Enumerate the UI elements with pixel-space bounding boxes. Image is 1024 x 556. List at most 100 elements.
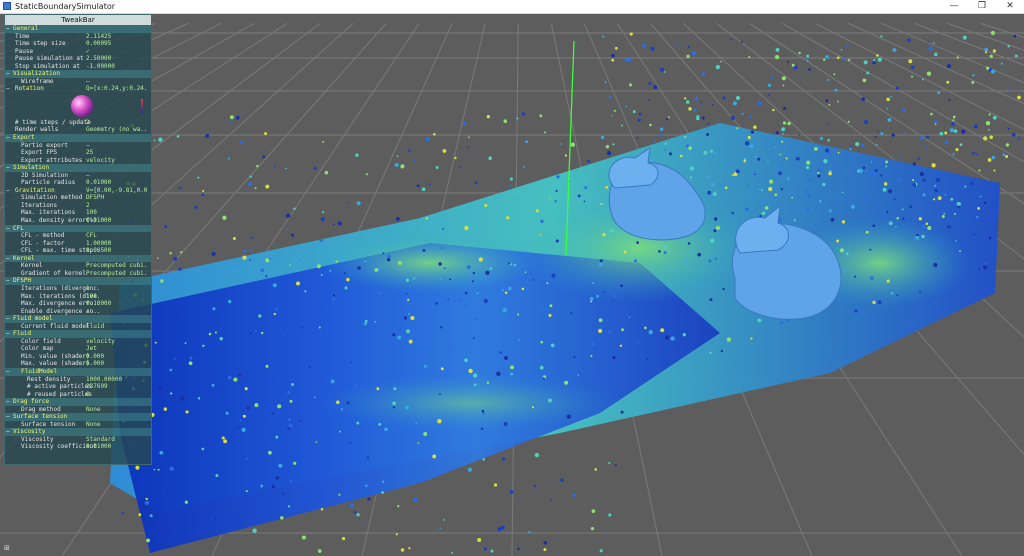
- param-value[interactable]: 1000.00000: [86, 376, 148, 384]
- param-row[interactable]: Simulation method DFSPH: [5, 194, 151, 202]
- param-value[interactable]: Precomputed cubi...: [86, 270, 148, 278]
- collapse-icon[interactable]: –: [6, 255, 10, 263]
- rotation-sphere-icon[interactable]: [71, 94, 93, 117]
- param-row[interactable]: # active particles 237699: [5, 383, 151, 391]
- param-row[interactable]: Pause simulation at 2.50000: [5, 55, 151, 63]
- param-value[interactable]: Jet: [86, 345, 148, 353]
- tweakbar-title[interactable]: TweakBar: [5, 15, 151, 25]
- param-value[interactable]: V={0.00,-9.81,0.0...: [86, 187, 148, 195]
- maximize-button[interactable]: ❐: [968, 0, 996, 13]
- param-value[interactable]: 100: [86, 293, 148, 301]
- param-value[interactable]: CFL: [86, 232, 148, 240]
- collapse-icon[interactable]: –: [6, 70, 10, 78]
- param-row[interactable]: Viscosity Standard: [5, 436, 151, 444]
- param-value[interactable]: 0.01000: [86, 217, 148, 225]
- param-row[interactable]: CFL - method CFL: [5, 232, 151, 240]
- param-row[interactable]: Kernel Precomputed cubi...: [5, 262, 151, 270]
- param-value[interactable]: 100: [86, 209, 148, 217]
- collapse-icon[interactable]: –: [6, 428, 10, 436]
- param-row[interactable]: Min. value (shader) 0.000: [5, 353, 151, 361]
- group-header[interactable]: – FluidModel: [5, 367, 151, 376]
- param-row[interactable]: # time steps / update 2: [5, 119, 151, 127]
- param-value[interactable]: velocity: [86, 338, 148, 346]
- param-value[interactable]: 0.00500: [86, 247, 148, 255]
- group-header[interactable]: – Drag force: [5, 398, 151, 406]
- param-row[interactable]: CFL - factor 1.00000: [5, 240, 151, 248]
- collapse-icon[interactable]: –: [6, 330, 10, 338]
- param-value[interactable]: –: [86, 142, 148, 150]
- param-value[interactable]: 1.00000: [86, 240, 148, 248]
- group-header[interactable]: – Export: [5, 134, 151, 142]
- param-row[interactable]: Max. iterations 100: [5, 209, 151, 217]
- param-row[interactable]: Gradient of kernel Precomputed cubi...: [5, 270, 151, 278]
- param-row[interactable]: Current fluid model Fluid: [5, 323, 151, 331]
- param-value[interactable]: velocity: [86, 157, 148, 165]
- param-value[interactable]: 2: [86, 202, 148, 210]
- param-row[interactable]: Iterations (divergenc...1: [5, 285, 151, 293]
- tweakbar-panel[interactable]: TweakBar – General Time 2.11425 Time step si…: [4, 14, 152, 465]
- param-value[interactable]: None: [86, 406, 148, 414]
- param-value[interactable]: Geometry (no wa...: [86, 126, 148, 134]
- param-row[interactable]: Max. value (shader) 6.000: [5, 360, 151, 368]
- param-value[interactable]: 0.10000: [86, 300, 148, 308]
- param-value[interactable]: -1.00000: [86, 63, 148, 71]
- param-row[interactable]: Export attributes velocity: [5, 157, 151, 165]
- group-header[interactable]: – DFSPH: [5, 277, 151, 285]
- param-value[interactable]: –: [86, 78, 148, 86]
- param-value[interactable]: 1: [86, 285, 148, 293]
- param-value[interactable]: 0.00095: [86, 40, 148, 48]
- param-value[interactable]: 0: [86, 391, 148, 399]
- param-row[interactable]: Time 2.11425: [5, 33, 151, 41]
- expand-icon[interactable]: –: [6, 85, 10, 93]
- param-row[interactable]: Enable divergence so... ✓: [5, 308, 151, 316]
- param-value[interactable]: 0.01000: [86, 179, 148, 187]
- param-value[interactable]: Standard: [86, 436, 148, 444]
- param-value[interactable]: 237699: [86, 383, 148, 391]
- param-value[interactable]: Fluid: [86, 323, 148, 331]
- param-value[interactable]: 2.11425: [86, 33, 148, 41]
- param-value[interactable]: 6.000: [86, 360, 148, 368]
- param-row[interactable]: Viscosity coefficient 0.01000: [5, 443, 151, 451]
- param-row[interactable]: Time step size 0.00095: [5, 40, 151, 48]
- rotation-widget[interactable]: [5, 93, 151, 119]
- param-value[interactable]: None: [86, 421, 148, 429]
- param-row[interactable]: Color field velocity: [5, 338, 151, 346]
- subgroup-row[interactable]: – Rotation Q=[x:0.24,y:0.24...: [5, 85, 151, 93]
- collapse-icon[interactable]: –: [6, 25, 10, 33]
- param-row[interactable]: Stop simulation at -1.00000: [5, 63, 151, 71]
- param-value[interactable]: Precomputed cubi...: [86, 262, 148, 270]
- param-value[interactable]: 2.50000: [86, 55, 148, 63]
- collapse-icon[interactable]: –: [6, 277, 10, 285]
- param-row[interactable]: Wireframe –: [5, 78, 151, 86]
- collapse-icon[interactable]: –: [6, 413, 10, 421]
- param-row[interactable]: Color map Jet: [5, 345, 151, 353]
- param-value[interactable]: ✓: [86, 308, 148, 316]
- param-row[interactable]: Particle radius 0.01000: [5, 179, 151, 187]
- group-header[interactable]: – General: [5, 25, 151, 33]
- simulation-viewport[interactable]: [0, 13, 1024, 556]
- collapse-icon[interactable]: –: [6, 315, 10, 323]
- collapse-icon[interactable]: –: [6, 368, 10, 376]
- group-header[interactable]: – Fluid model: [5, 315, 151, 323]
- collapse-icon[interactable]: –: [6, 134, 10, 142]
- param-value[interactable]: DFSPH: [86, 194, 148, 202]
- collapse-icon[interactable]: –: [6, 398, 10, 406]
- group-header[interactable]: – Kernel: [5, 254, 151, 263]
- param-row[interactable]: Render walls Geometry (no wa...: [5, 126, 151, 134]
- param-row[interactable]: Max. density error(%) 0.01000: [5, 217, 151, 225]
- group-header[interactable]: – Visualization: [5, 70, 151, 78]
- param-value[interactable]: 2: [86, 119, 148, 127]
- group-header[interactable]: – Fluid: [5, 330, 151, 338]
- minimize-button[interactable]: —: [940, 0, 968, 13]
- subgroup-row[interactable]: –Gravitation V={0.00,-9.81,0.0...: [5, 187, 151, 195]
- param-value[interactable]: 25: [86, 149, 148, 157]
- param-value[interactable]: Q=[x:0.24,y:0.24...: [86, 85, 148, 93]
- param-row[interactable]: CFL - max. time step... 0.00500: [5, 247, 151, 255]
- group-header[interactable]: – Simulation: [5, 164, 151, 172]
- param-row[interactable]: Drag method None: [5, 406, 151, 414]
- param-value[interactable]: 0.000: [86, 353, 148, 361]
- param-row[interactable]: Partio export –: [5, 142, 151, 150]
- param-row[interactable]: Max. divergence erro... 0.10000: [5, 300, 151, 308]
- param-row[interactable]: Rest density 1000.00000: [5, 376, 151, 384]
- collapse-icon[interactable]: –: [6, 164, 10, 172]
